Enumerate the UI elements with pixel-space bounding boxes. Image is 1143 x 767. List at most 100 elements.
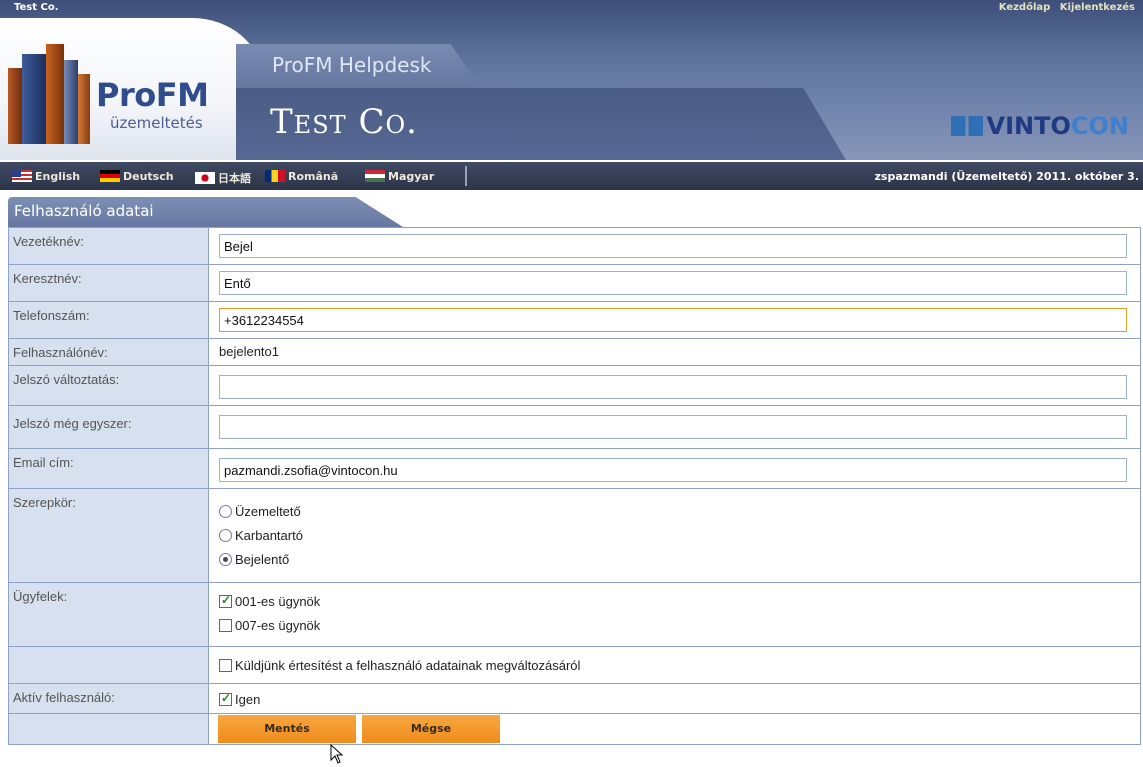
form-row-first-name: Keresztnév:	[9, 265, 1140, 302]
active-option[interactable]: Igen	[219, 687, 1130, 711]
language-label: 日本語	[218, 172, 251, 185]
first-name-input[interactable]	[219, 271, 1127, 295]
form-row-last-name: Vezetéknév:	[9, 228, 1140, 265]
language-magyar[interactable]: Magyar	[365, 170, 434, 183]
first-name-cell	[209, 265, 1140, 301]
german-flag-icon	[100, 170, 120, 182]
checkbox[interactable]	[219, 618, 232, 632]
checkbox[interactable]	[219, 658, 232, 672]
logo-bar-icon	[46, 44, 64, 144]
form-row-clients: Ügyfelek: 001-es ügynök 007-es ügynök	[9, 583, 1140, 647]
logo-panel: ProFM üzemeltetés	[0, 18, 262, 160]
hungary-flag-icon	[365, 170, 385, 182]
active-label: Aktív felhasználó:	[9, 684, 209, 713]
form-row-phone: Telefonszám:	[9, 302, 1140, 339]
phone-label: Telefonszám:	[9, 302, 209, 338]
clients-label: Ügyfelek:	[9, 583, 209, 646]
form-row-password: Jelszó változtatás:	[9, 366, 1140, 406]
role-label: Szerepkör:	[9, 489, 209, 582]
cancel-button[interactable]: Mégse	[362, 715, 500, 743]
role-option-label: Karbantartó	[235, 527, 303, 543]
last-name-input[interactable]	[219, 234, 1127, 258]
phone-cell	[209, 302, 1140, 338]
client-option-label: 007-es ügynök	[235, 617, 321, 633]
save-button[interactable]: Mentés	[218, 715, 356, 743]
logo-bar-icon	[8, 68, 22, 144]
company-title: Test Co.	[270, 102, 418, 142]
last-name-label: Vezetéknév:	[9, 228, 209, 264]
clients-options: 001-es ügynök 007-es ügynök	[209, 583, 1140, 646]
last-name-cell	[209, 228, 1140, 264]
form-row-email: Email cím:	[9, 449, 1140, 489]
form-row-notify: Küldjünk értesítést a felhasználó adatai…	[9, 647, 1140, 684]
logo-bar-icon	[22, 54, 46, 144]
radio-button[interactable]	[219, 504, 232, 518]
mouse-pointer-icon	[330, 744, 344, 764]
language-japanese[interactable]: 日本語	[195, 170, 251, 186]
vintocon-mark-icon	[950, 116, 983, 136]
language-label: Deutsch	[123, 170, 174, 183]
username-value: bejelento1	[209, 339, 1140, 365]
language-english[interactable]: English	[12, 170, 80, 183]
role-option-operator[interactable]: Üzemeltető	[219, 499, 1130, 523]
role-option-maintainer[interactable]: Karbantartó	[219, 523, 1130, 547]
active-cell: Igen	[209, 684, 1140, 713]
notify-option[interactable]: Küldjünk értesítést a felhasználó adatai…	[219, 653, 1130, 677]
user-info: zspazmandi (Üzemeltető) 2011. október 3.	[874, 170, 1139, 183]
radio-button[interactable]	[219, 528, 232, 542]
role-option-label: Bejelentő	[235, 551, 290, 567]
user-form: Vezetéknév: Keresztnév: Telefonszám: Fel…	[8, 227, 1141, 745]
email-label: Email cím:	[9, 449, 209, 488]
notify-label: Küldjünk értesítést a felhasználó adatai…	[235, 657, 581, 673]
app-title: ProFM Helpdesk	[272, 53, 432, 77]
language-deutsch[interactable]: Deutsch	[100, 170, 174, 183]
buttons-cell: Mentés Mégse	[209, 714, 1140, 744]
us-flag-icon	[12, 170, 32, 182]
buttons-label-empty	[9, 714, 209, 744]
checkbox-checked[interactable]	[219, 593, 232, 608]
notify-label-empty	[9, 647, 209, 683]
language-separator	[465, 166, 467, 186]
logo-title: ProFM	[96, 76, 209, 114]
password-again-cell	[209, 406, 1140, 448]
password-cell	[209, 366, 1140, 405]
password-again-input[interactable]	[219, 415, 1127, 439]
logout-link[interactable]: Kijelentkezés	[1060, 2, 1135, 13]
home-link[interactable]: Kezdőlap	[999, 2, 1051, 13]
client-option-label: 001-es ügynök	[235, 593, 321, 609]
language-bar: English Deutsch 日本語 Română Magyar zspazm…	[0, 162, 1143, 190]
role-options: Üzemeltető Karbantartó Bejelentő	[209, 489, 1140, 582]
role-option-label: Üzemeltető	[235, 503, 301, 519]
checkbox-checked[interactable]	[219, 691, 232, 706]
notify-cell: Küldjünk értesítést a felhasználó adatai…	[209, 647, 1140, 683]
role-option-reporter[interactable]: Bejelentő	[219, 547, 1130, 571]
logo-bar-icon	[64, 60, 78, 144]
radio-button-selected[interactable]	[219, 552, 232, 566]
email-input[interactable]	[219, 458, 1127, 482]
vintocon-logo-text-accent: CON	[1070, 112, 1129, 140]
logo-subtitle: üzemeltetés	[110, 114, 203, 132]
top-bar: Test Co. Kezdőlap Kijelentkezés	[0, 0, 1143, 16]
first-name-label: Keresztnév:	[9, 265, 209, 301]
form-row-password-again: Jelszó még egyszer:	[9, 406, 1140, 449]
username-label: Felhasználónév:	[9, 339, 209, 365]
language-label: Română	[288, 170, 339, 183]
logo-bar-icon	[78, 74, 90, 144]
header: Test Co. Kezdőlap Kijelentkezés ProFM üz…	[0, 0, 1143, 160]
client-option-001[interactable]: 001-es ügynök	[219, 589, 1130, 613]
phone-input[interactable]	[219, 308, 1127, 332]
client-option-007[interactable]: 007-es ügynök	[219, 613, 1130, 637]
form-row-username: Felhasználónév: bejelento1	[9, 339, 1140, 366]
form-row-buttons: Mentés Mégse	[9, 714, 1140, 744]
password-input[interactable]	[219, 375, 1127, 399]
company-name-small: Test Co.	[14, 2, 59, 13]
section-title: Felhasználó adatai	[14, 202, 154, 220]
password-label: Jelszó változtatás:	[9, 366, 209, 405]
japan-flag-icon	[195, 172, 215, 184]
top-links: Kezdőlap Kijelentkezés	[993, 2, 1135, 13]
language-label: Magyar	[388, 170, 435, 183]
vintocon-logo: VINTOCON	[950, 112, 1129, 140]
language-romana[interactable]: Română	[265, 170, 338, 183]
romania-flag-icon	[265, 170, 285, 182]
form-row-active: Aktív felhasználó: Igen	[9, 684, 1140, 714]
